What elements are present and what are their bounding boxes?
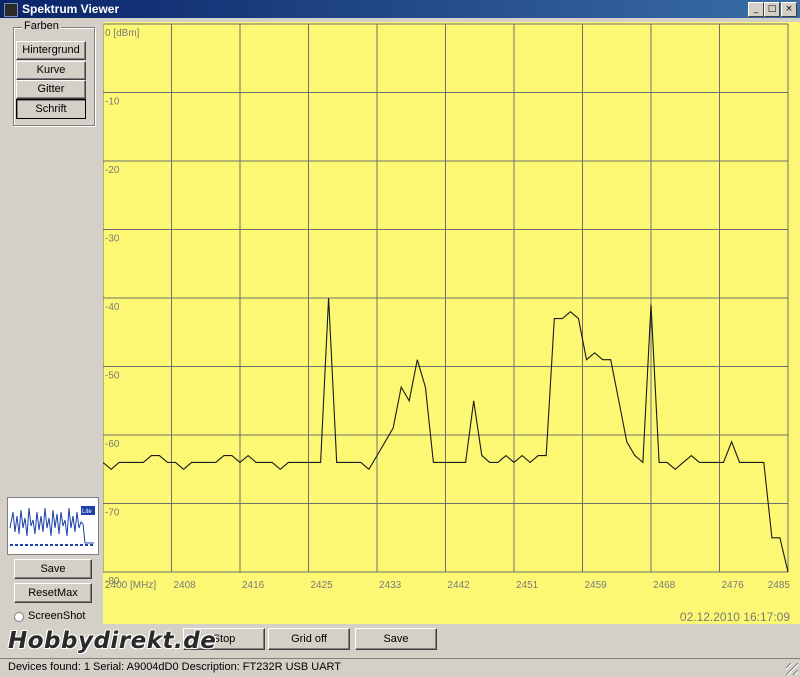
resetmax-button[interactable]: ResetMax [14,583,92,603]
curve-color-button[interactable]: Kurve [16,61,86,80]
font-color-button[interactable]: Schrift [16,99,86,119]
maximize-button[interactable]: □ [764,2,780,17]
y-tick-label: -30 [105,234,120,245]
x-tick-label: 2400 [MHz] [105,580,156,591]
y-tick-label: 0 [dBm] [105,28,140,39]
y-tick-label: -50 [105,371,120,382]
x-tick-label: 2442 [448,580,471,591]
y-tick-label: -40 [105,302,120,313]
screenshot-radio[interactable] [14,612,24,622]
x-tick-label: 2485 [768,580,791,591]
y-tick-label: -60 [105,439,120,450]
x-tick-label: 2468 [653,580,676,591]
y-tick-label: -20 [105,165,120,176]
screenshot-label: ScreenShot [28,610,86,622]
x-tick-label: 2451 [516,580,539,591]
chart-save-button[interactable]: Save [355,628,437,650]
y-tick-label: -10 [105,97,120,108]
spectrum-thumbnail: Lite [7,497,99,555]
status-text: Devices found: 1 Serial: A9004dD0 Descri… [8,661,342,673]
x-tick-label: 2433 [379,580,402,591]
thumbnail-graph: Lite [8,498,98,554]
grid-color-button[interactable]: Gitter [16,80,86,99]
x-tick-label: 2476 [722,580,745,591]
app-icon [4,3,18,17]
x-tick-label: 2425 [311,580,334,591]
y-tick-label: -70 [105,508,120,519]
background-color-button[interactable]: Hintergrund [16,41,86,60]
x-tick-label: 2459 [585,580,608,591]
close-button[interactable]: × [781,2,797,17]
window-title: Spektrum Viewer [22,2,120,16]
x-tick-label: 2408 [174,580,197,591]
watermark-logo: Hobbydirekt.de [8,628,217,654]
thumbnail-tag: Lite [82,509,92,515]
resize-grip[interactable] [786,663,798,675]
colors-group-label: Farben [22,20,61,32]
timestamp: 02.12.2010 16:17:09 [680,610,790,624]
spectrum-chart-svg: 0 [dBm]-10-20-30-40-50-60-70-80 2400 [MH… [103,23,791,624]
minimize-button[interactable]: _ [748,2,764,17]
title-bar: Spektrum Viewer _ □ × [0,0,800,18]
save-button[interactable]: Save [14,559,92,579]
status-bar: Devices found: 1 Serial: A9004dD0 Descri… [0,658,800,677]
grid-toggle-button[interactable]: Grid off [268,628,350,650]
x-tick-label: 2416 [242,580,265,591]
spectrum-chart: 0 [dBm] -10 -20 -30 -40 -50 -60 -70 -80 2400 [MH… [103,22,800,624]
